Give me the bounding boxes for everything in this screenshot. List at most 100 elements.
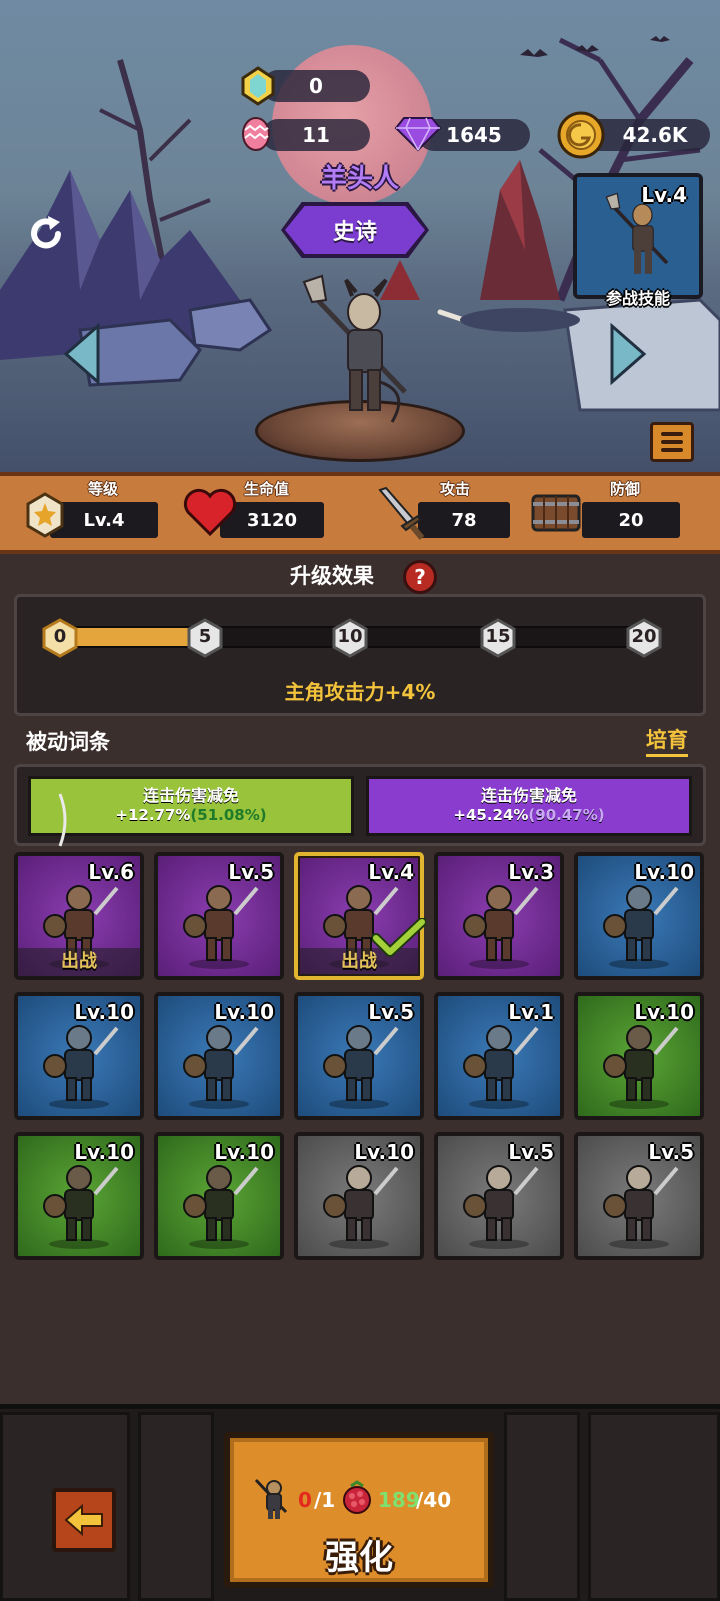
progress-node-label: 5 — [198, 626, 212, 647]
shield-barrel-icon — [531, 494, 581, 532]
rarity-badge: 史诗 — [285, 206, 425, 254]
wall-brick — [504, 1412, 580, 1601]
goat-warrior-portrait — [302, 274, 407, 423]
upgrade-effect-text: 主角攻击力+4% — [284, 680, 436, 704]
hero-level: Lv.5 — [228, 860, 274, 884]
progress-node-label: 0 — [53, 626, 67, 647]
crystal-counter: 0 — [262, 70, 370, 102]
hero-card[interactable]: Lv.10 — [14, 1132, 144, 1260]
hero-card[interactable]: Lv.10 — [154, 1132, 284, 1260]
skeleton-warrior-icon — [463, 1165, 539, 1249]
hero-level: Lv.5 — [508, 1140, 554, 1164]
hero-card[interactable]: Lv.10 — [574, 992, 704, 1120]
hero-card[interactable]: Lv.5 — [154, 852, 284, 980]
level-star-icon — [26, 492, 64, 538]
stat-hp: 生命值 3120 — [180, 476, 330, 550]
passive-value-amount: +12.77% — [115, 806, 191, 824]
stat-level: 等级 Lv.4 — [0, 476, 170, 550]
hero-card[interactable]: Lv.5 — [294, 992, 424, 1120]
stat-level-value: Lv.4 — [50, 502, 158, 538]
hero-card[interactable]: Lv.10 — [14, 992, 144, 1120]
progress-fill — [62, 628, 199, 646]
skeleton-warrior-icon — [463, 1025, 539, 1109]
hero-card[interactable]: Lv.5 — [434, 1132, 564, 1260]
skill-level: Lv.4 — [641, 183, 687, 207]
heart-icon — [183, 488, 237, 537]
refresh-icon[interactable] — [24, 212, 68, 256]
passive-item[interactable]: 连击伤害减免 +45.24%(90.47%) — [366, 776, 692, 836]
goat-warrior-icon — [43, 1165, 119, 1249]
raspberry-icon — [343, 1480, 371, 1514]
passive-value: +45.24%(90.47%) — [369, 806, 689, 824]
back-button[interactable] — [52, 1488, 116, 1552]
stat-defense-title: 防御 — [610, 480, 641, 498]
hero-card[interactable]: Lv.1 — [434, 992, 564, 1120]
berry-need: /40 — [416, 1488, 452, 1512]
battle-skill-card[interactable]: Lv.4 参战技能 — [573, 173, 703, 308]
menu-icon-line — [661, 448, 683, 452]
stat-level-title: 等级 — [88, 480, 119, 498]
wall-brick — [588, 1412, 720, 1601]
gold-count: 42.6K — [622, 123, 688, 147]
passive-value-amount: +45.24% — [453, 806, 529, 824]
skill-label: 参战技能 — [605, 289, 670, 308]
stat-attack: 攻击 78 — [372, 476, 512, 550]
progress-node-label: 10 — [337, 626, 363, 647]
shaman-icon — [323, 1165, 399, 1249]
stat-defense-value: 20 — [582, 502, 680, 538]
hero-card[interactable]: Lv.3 — [434, 852, 564, 980]
passive-item[interactable]: 连击伤害减免 +12.77%(51.08%) — [28, 776, 354, 836]
bat-icon — [183, 885, 259, 969]
hero-shard-icon — [254, 1478, 288, 1519]
shaman-icon — [183, 1165, 259, 1249]
hero-level: Lv.10 — [634, 860, 694, 884]
hero-card[interactable]: Lv.10 — [574, 852, 704, 980]
passive-value-total: (51.08%) — [190, 806, 267, 824]
hero-level: Lv.10 — [354, 1140, 414, 1164]
hero-level: Lv.10 — [634, 1000, 694, 1024]
passive-title: 被动词条 — [26, 730, 110, 754]
passive-name: 连击伤害减免 — [480, 786, 577, 805]
hero-level: Lv.5 — [648, 1140, 694, 1164]
berry-have: 189 — [378, 1488, 420, 1512]
previous-hero-arrow[interactable] — [62, 322, 102, 386]
menu-icon-line — [661, 440, 683, 444]
stat-hp-title: 生命值 — [244, 480, 290, 498]
passive-name: 连击伤害减免 — [142, 786, 239, 805]
hero-level: Lv.10 — [74, 1000, 134, 1024]
sword-icon — [378, 486, 425, 540]
hero-level: Lv.10 — [214, 1140, 274, 1164]
hero-card[interactable]: Lv.4 出战 — [294, 852, 424, 980]
passive-value-total: (90.47%) — [528, 806, 605, 824]
help-button[interactable]: ? — [403, 560, 437, 594]
progress-node-label: 15 — [485, 626, 511, 647]
hero-card[interactable]: Lv.10 — [154, 992, 284, 1120]
hero-level: Lv.6 — [88, 860, 134, 884]
egg-count: 11 — [302, 123, 330, 147]
shard-need: /1 — [314, 1488, 336, 1512]
egg-icon — [242, 117, 270, 151]
bat-demon-icon — [43, 1025, 119, 1109]
purple-gem-icon — [394, 117, 442, 152]
selected-check-icon — [372, 918, 426, 957]
crystal-icon — [241, 66, 275, 106]
hero-card[interactable]: Lv.10 — [294, 1132, 424, 1260]
gem-count: 1645 — [446, 123, 502, 147]
hero-level: Lv.5 — [368, 1000, 414, 1024]
menu-button[interactable] — [650, 422, 694, 462]
purple-spider-icon — [603, 1025, 679, 1109]
hero-scene: 0 11 1645 42.6K 羊头人 史诗 Lv.4 参战技能 — [0, 0, 720, 472]
crystal-count: 0 — [309, 74, 323, 98]
deploy-badge: 出战 — [18, 948, 140, 976]
upgrade-effect-title: 升级效果 — [290, 564, 374, 588]
hero-card[interactable]: Lv.5 — [574, 1132, 704, 1260]
hero-card[interactable]: Lv.6 出战 — [14, 852, 144, 980]
menu-icon-line — [661, 432, 683, 436]
cultivate-link[interactable]: 培育 — [646, 724, 688, 757]
shard-have: 0 — [298, 1488, 312, 1512]
stat-defense: 防御 20 — [530, 476, 680, 550]
hero-level: Lv.3 — [508, 860, 554, 884]
next-hero-arrow[interactable] — [608, 322, 648, 386]
hero-level: Lv.4 — [368, 860, 414, 884]
beetle-icon — [183, 1025, 259, 1109]
